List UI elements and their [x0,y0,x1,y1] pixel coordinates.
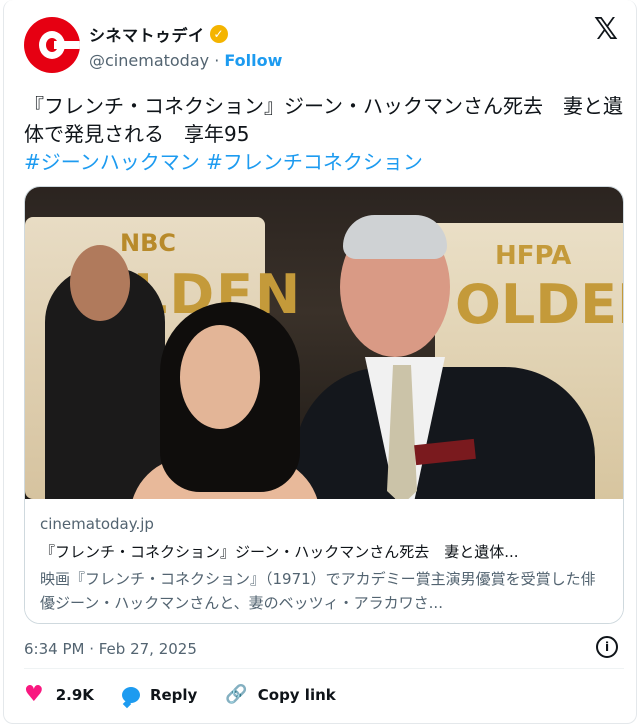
hfpa-text: HFPA [495,241,572,271]
name-row: シネマトゥデイ ✓ [89,22,228,46]
like-button[interactable]: ♥ 2.9K [24,684,94,706]
reply-icon [121,687,140,703]
nbc-logo-text: NBC [120,229,176,257]
woman-face [180,325,260,429]
link-description: 映画『フレンチ・コネクション』（1971）でアカデミー賞主演男優賞を受賞した俳優… [40,570,596,612]
display-name[interactable]: シネマトゥデイ [89,22,205,46]
tweet-card: シネマトゥデイ ✓ @cinematoday · Follow 𝕏 『フレンチ・… [3,0,637,724]
tweet-text: 『フレンチ・コネクション』ジーン・ハックマンさん死去 妻と遺体で発見される 享年… [24,92,624,176]
link-meta: cinematoday.jp 『フレンチ・コネクション』ジーン・ハックマンさん死… [25,499,623,623]
logo-shape-bar [54,41,80,49]
verified-badge-icon: ✓ [209,25,228,43]
link-domain: cinematoday.jp [40,515,154,533]
reply-button[interactable]: Reply [121,686,198,704]
avatar[interactable] [24,17,80,73]
action-bar: ♥ 2.9K Reply 🔗 Copy link [24,684,364,706]
golden-right-text: OLDEN [455,273,623,336]
preview-image[interactable]: NBC OLDEN HFPA OLDEN [25,187,623,499]
reply-label: Reply [149,686,198,704]
info-icon[interactable]: i [596,636,618,658]
heart-icon: ♥ [24,682,44,707]
account-handle[interactable]: @cinematoday [89,51,209,70]
copy-link-label: Copy link [257,686,336,704]
tweet-hashtags[interactable]: #ジーンハックマン #フレンチコネクション [24,150,423,174]
man-hair [343,215,447,259]
man-suit [295,367,595,499]
handle-separator: · [209,51,225,70]
tweet-timestamp[interactable]: 6:34 PM · Feb 27, 2025 [24,640,197,658]
link-preview-card[interactable]: NBC OLDEN HFPA OLDEN cinematoday.jp 『フレン… [24,186,624,624]
tweet-body: 『フレンチ・コネクション』ジーン・ハックマンさん死去 妻と遺体で発見される 享年… [24,94,623,146]
link-title: 『フレンチ・コネクション』ジーン・ハックマンさん死去 妻と遺体... [40,543,519,561]
follow-button[interactable]: Follow [224,51,282,70]
link-icon: 🔗 [225,684,248,705]
x-logo-icon[interactable]: 𝕏 [592,15,620,45]
like-count: 2.9K [55,686,94,704]
divider [24,668,624,669]
copy-link-button[interactable]: 🔗 Copy link [225,684,336,705]
handle-row: @cinematoday · Follow [89,51,282,70]
background-person-head [70,245,130,321]
